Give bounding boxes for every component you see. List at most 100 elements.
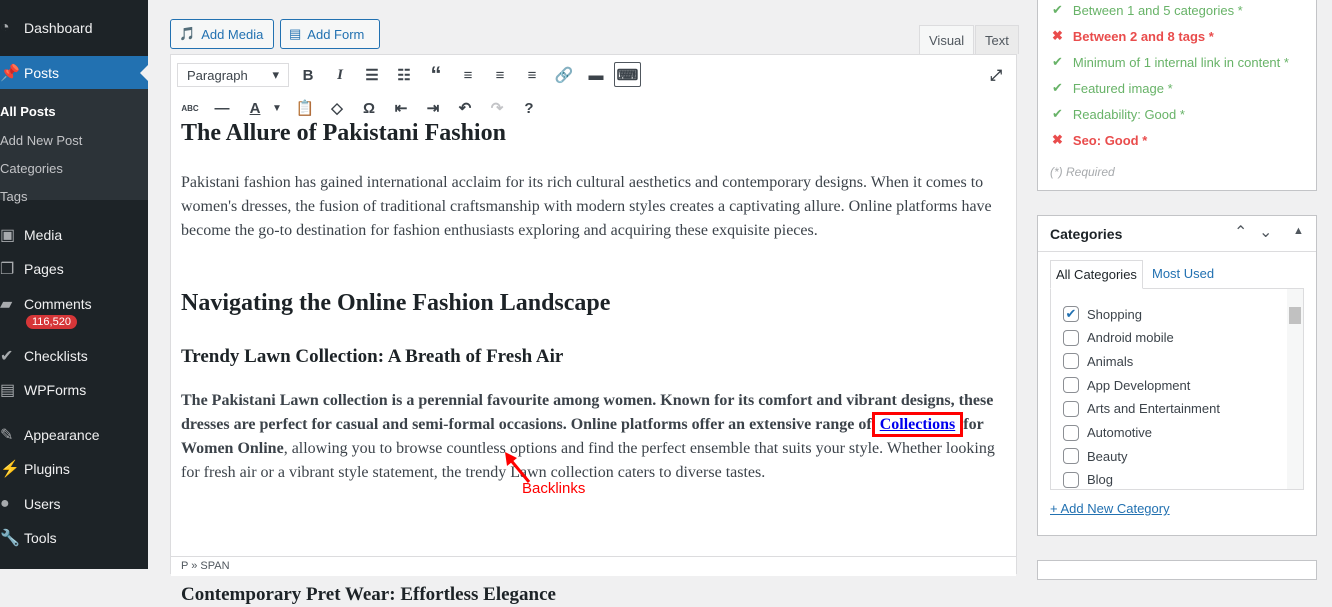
move-down-icon[interactable]: ⌄ <box>1259 222 1272 242</box>
heading-pret: Contemporary Pret Wear: Effortless Elega… <box>181 584 556 605</box>
category-label: Shopping <box>1087 306 1142 322</box>
add-form-button[interactable]: ▤ Add Form <box>280 19 380 49</box>
format-select[interactable]: Paragraph ▾ <box>177 63 289 87</box>
checklist-item: ✖ Between 2 and 8 tags * <box>1052 28 1214 44</box>
menu-wpforms[interactable]: ▤ WPForms <box>0 373 148 407</box>
menu-pages[interactable]: ❐ Pages <box>0 252 148 286</box>
horizontal-line-icon[interactable]: — <box>210 96 234 120</box>
category-checkbox[interactable] <box>1063 377 1079 394</box>
collapse-toggle-icon[interactable]: ▲ <box>1293 225 1304 237</box>
indent-icon[interactable]: ⇥ <box>421 96 445 120</box>
text-color-icon[interactable]: A <box>243 96 267 120</box>
backlink-highlight: Collections <box>871 412 964 437</box>
category-checkbox[interactable] <box>1063 448 1079 465</box>
category-item: Automotive <box>1063 424 1152 441</box>
submenu-all-posts[interactable]: All Posts <box>0 104 56 119</box>
align-left-icon[interactable]: ≡ <box>456 63 480 87</box>
menu-checklists[interactable]: ✔ Checklists <box>0 339 148 373</box>
category-checkbox[interactable] <box>1063 424 1079 441</box>
text-color-dropdown-icon[interactable]: ▼ <box>265 96 289 120</box>
editor-toolbar: Paragraph ▾ B I ☰ ☷ “ ≡ ≡ ≡ 🔗 ▬ ⌨ ⤢ ABC —… <box>171 55 1016 127</box>
category-checkbox[interactable] <box>1063 400 1079 417</box>
heading-lawn: Trendy Lawn Collection: A Breath of Fres… <box>181 346 564 367</box>
plugin-icon: ⚡ <box>0 461 20 478</box>
heading-allure: The Allure of Pakistani Fashion <box>181 120 506 146</box>
media-icon: 🎵 <box>179 26 196 41</box>
backlinks-annotation: Backlinks <box>522 480 586 497</box>
brush-icon: ✎ <box>0 427 14 444</box>
submenu-tags[interactable]: Tags <box>0 189 27 204</box>
form-icon: ▤ <box>289 26 302 41</box>
comments-icon: ▰ <box>0 296 13 313</box>
cross-icon: ✖ <box>1052 132 1063 147</box>
submenu-categories[interactable]: Categories <box>0 161 63 176</box>
dashboard-icon: ◔ <box>0 19 10 36</box>
menu-media[interactable]: ▣ Media <box>0 218 148 252</box>
italic-icon[interactable]: I <box>328 63 352 87</box>
paragraph-intro: Pakistani fashion has gained internation… <box>181 174 992 239</box>
bullet-list-icon[interactable]: ☰ <box>360 63 384 87</box>
menu-posts[interactable]: 📌 Posts <box>0 56 148 89</box>
dropdown-arrow-icon: ▾ <box>272 67 279 82</box>
category-item: Beauty <box>1063 448 1127 465</box>
wrench-icon: 🔧 <box>0 530 20 547</box>
special-character-icon[interactable]: Ω <box>357 96 381 120</box>
category-checkbox[interactable] <box>1063 471 1079 488</box>
admin-sidebar: ◔ Dashboard 📌 Posts All Posts Add New Post… <box>0 0 148 569</box>
check-icon: ✔ <box>1052 54 1063 69</box>
add-media-button[interactable]: 🎵 Add Media <box>170 19 274 49</box>
user-icon: ● <box>0 495 10 512</box>
checklist-icon: ✔ <box>0 348 14 365</box>
next-panel <box>1037 560 1317 580</box>
tab-all-categories[interactable]: All Categories <box>1050 260 1143 289</box>
category-checkbox[interactable]: ✔ <box>1063 306 1079 322</box>
checklist-panel: ✔ Between 1 and 5 categories * ✖ Between 2… <box>1037 0 1317 191</box>
menu-dashboard[interactable]: ◔ Dashboard <box>0 11 148 45</box>
category-item: Animals <box>1063 353 1133 370</box>
fullscreen-icon[interactable]: ⤢ <box>984 63 1008 87</box>
numbered-list-icon[interactable]: ☷ <box>392 63 416 87</box>
menu-plugins[interactable]: ⚡ Plugins <box>0 452 148 486</box>
menu-users[interactable]: ● Users <box>0 487 148 521</box>
categories-panel: Categories ⌃ ⌄ ▲ All Categories Most Use… <box>1037 215 1317 536</box>
category-item: Arts and Entertainment <box>1063 400 1220 417</box>
paragraph-lawn: The Pakistani Lawn collection is a peren… <box>181 392 995 481</box>
align-center-icon[interactable]: ≡ <box>488 63 512 87</box>
menu-appearance[interactable]: ✎ Appearance <box>0 418 148 452</box>
checklist-item: ✔ Minimum of 1 internal link in content * <box>1052 54 1289 70</box>
redo-icon[interactable]: ↷ <box>485 96 509 120</box>
media-icon: ▣ <box>0 227 16 244</box>
scrollbar[interactable] <box>1287 289 1303 489</box>
pin-icon: 📌 <box>0 64 20 82</box>
bold-icon[interactable]: B <box>296 63 320 87</box>
clear-formatting-icon[interactable]: ◇ <box>325 96 349 120</box>
read-more-icon[interactable]: ▬ <box>584 63 608 87</box>
check-icon: ✔ <box>1052 106 1063 121</box>
link-icon[interactable]: 🔗 <box>552 63 576 87</box>
category-list: ✔ Shopping Android mobile Animals App Develo… <box>1050 288 1304 490</box>
tab-visual[interactable]: Visual <box>919 25 975 55</box>
categories-header: Categories ⌃ ⌄ ▲ <box>1038 216 1316 252</box>
align-right-icon[interactable]: ≡ <box>520 63 544 87</box>
tab-most-used[interactable]: Most Used <box>1152 266 1214 281</box>
category-checkbox[interactable] <box>1063 353 1079 370</box>
comments-count-badge: 116,520 <box>26 315 77 329</box>
tab-text[interactable]: Text <box>975 25 1019 54</box>
add-new-category-link[interactable]: + Add New Category <box>1050 501 1170 516</box>
category-label: Android mobile <box>1087 330 1174 346</box>
help-icon[interactable]: ? <box>517 96 541 120</box>
menu-tools[interactable]: 🔧 Tools <box>0 521 148 555</box>
strikethrough-icon[interactable]: ABC <box>178 96 202 120</box>
outdent-icon[interactable]: ⇤ <box>389 96 413 120</box>
toolbar-toggle-icon[interactable]: ⌨ <box>614 62 641 87</box>
undo-icon[interactable]: ↶ <box>453 96 477 120</box>
category-checkbox[interactable] <box>1063 329 1079 346</box>
check-icon: ✔ <box>1052 2 1063 17</box>
post-editor: Paragraph ▾ B I ☰ ☷ “ ≡ ≡ ≡ 🔗 ▬ ⌨ ⤢ ABC —… <box>170 54 1017 605</box>
submenu-add-new-post[interactable]: Add New Post <box>0 133 82 148</box>
category-label: Arts and Entertainment <box>1087 401 1220 417</box>
move-up-icon[interactable]: ⌃ <box>1234 222 1247 242</box>
paste-text-icon[interactable]: 📋 <box>293 96 317 120</box>
collections-link[interactable]: Collections <box>880 416 956 433</box>
blockquote-icon[interactable]: “ <box>424 62 448 87</box>
